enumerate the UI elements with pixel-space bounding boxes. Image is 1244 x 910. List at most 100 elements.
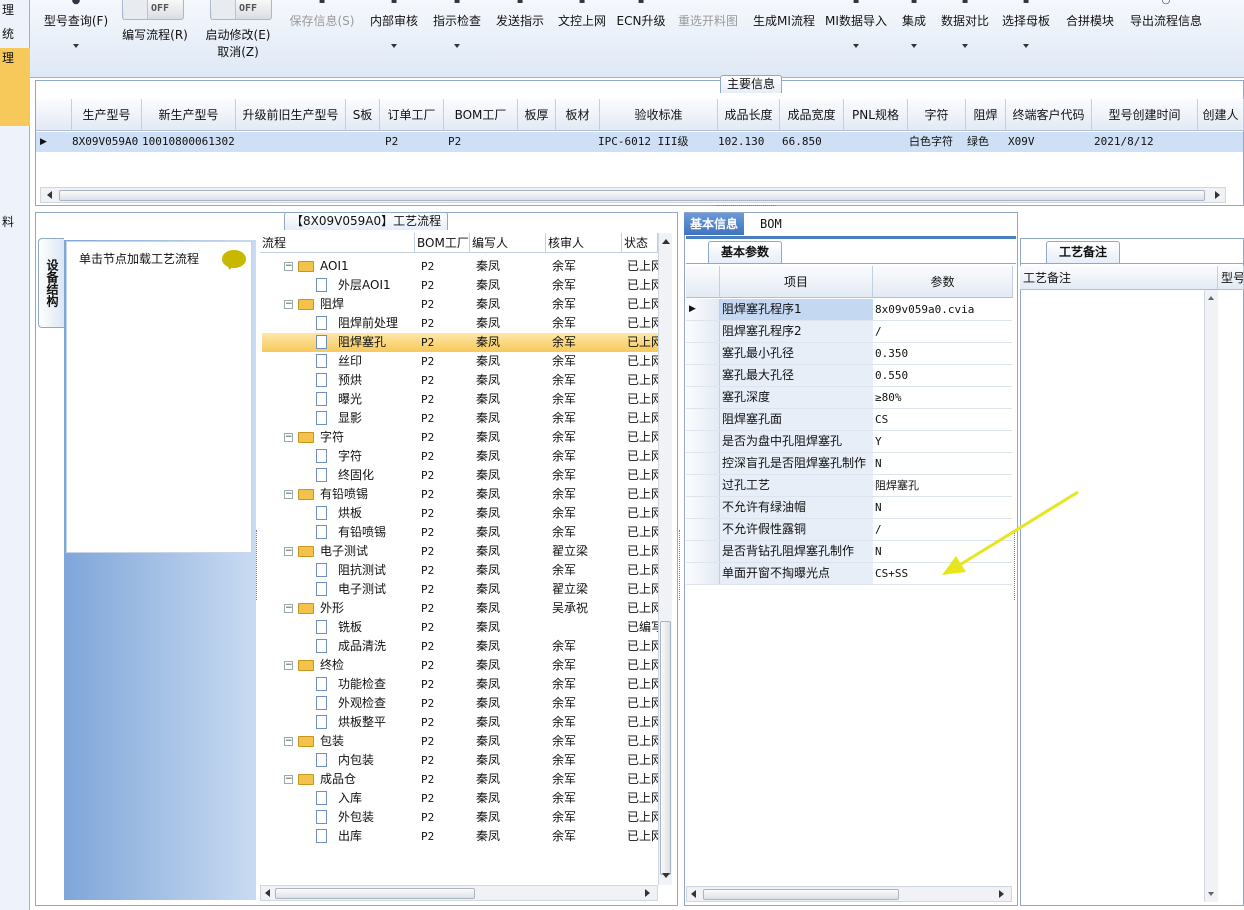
col-header[interactable]: 验收标准 [600, 99, 718, 131]
tree-leaf-row[interactable]: 出库 P2 秦凤 余军 已上网 [262, 827, 658, 846]
col-header[interactable]: 升级前旧生产型号 [236, 99, 346, 131]
scroll-right-icon[interactable] [1215, 191, 1220, 199]
row-header[interactable]: ▶ [686, 299, 720, 320]
collapse-icon[interactable]: − [284, 737, 293, 746]
collapse-icon[interactable]: − [284, 262, 293, 271]
row-header[interactable] [686, 409, 720, 430]
table-row[interactable]: ▶ 8X09V059A0 10010800061302 P2 P2 IPC-60… [36, 132, 1243, 152]
col-header[interactable]: 型号创建时间 [1092, 99, 1198, 131]
tab-bom[interactable]: BOM [754, 213, 788, 235]
row-header[interactable] [686, 475, 720, 496]
tree-leaf-row[interactable]: 终固化 P2 秦凤 余军 已上网 [262, 466, 658, 485]
device-structure-tab[interactable]: 设备结构 [38, 238, 64, 328]
tree-leaf-row[interactable]: 入库 P2 秦凤 余军 已上网 [262, 789, 658, 808]
info-hscrollbar[interactable] [686, 886, 1012, 902]
param-value[interactable]: 0.550 [874, 365, 1012, 386]
tree-leaf-row[interactable]: 电子测试 P2 秦凤 翟立梁 已上网 [262, 580, 658, 599]
scroll-right-icon[interactable] [645, 889, 650, 897]
row-header[interactable] [686, 387, 720, 408]
tree-leaf-row[interactable]: 外层AOI1 P2 秦凤 余军 已上网 [262, 276, 658, 295]
notes-vscrollbar[interactable] [1204, 290, 1218, 902]
dropdown-arrow-icon[interactable] [454, 44, 460, 48]
param-row[interactable]: 阻焊塞孔面 CS [686, 409, 1012, 431]
tree-leaf-row[interactable]: 功能检查 P2 秦凤 余军 已上网 [262, 675, 658, 694]
tree-leaf-row[interactable]: 铣板 P2 秦凤 已编写 [262, 618, 658, 637]
col-header-bom[interactable]: BOM工厂 [415, 233, 470, 253]
scroll-thumb[interactable] [275, 888, 475, 899]
tree-leaf-row[interactable]: 内包装 P2 秦凤 余军 已上网 [262, 751, 658, 770]
param-row[interactable]: ▶ 阻焊塞孔程序1 8x09v059a0.cvia [686, 299, 1012, 321]
param-value[interactable]: 8x09v059a0.cvia [874, 299, 1012, 320]
row-header[interactable] [686, 541, 720, 562]
col-header[interactable]: 板厚 [518, 99, 556, 131]
scroll-right-icon[interactable] [999, 890, 1004, 898]
col-header[interactable]: 阻焊 [966, 99, 1006, 131]
tree-group-row[interactable]: − 阻焊 P2 秦凤 余军 已上网 [262, 295, 658, 314]
scroll-thumb[interactable] [703, 889, 899, 900]
tree-leaf-row[interactable]: 烘板整平 P2 秦凤 余军 已上网 [262, 713, 658, 732]
basic-params-section[interactable]: 基本参数 [708, 241, 783, 263]
param-row[interactable]: 阻焊塞孔程序2/ [686, 321, 1012, 343]
col-header[interactable]: 创建人 [1198, 99, 1244, 131]
main-info-tab[interactable]: 主要信息 [720, 75, 783, 93]
left-nav-item[interactable]: 理 [0, 0, 30, 20]
dropdown-arrow-icon[interactable] [1023, 44, 1029, 48]
col-header[interactable]: 板材 [556, 99, 600, 131]
start-modify-toggle[interactable]: OFF [210, 0, 272, 20]
col-header[interactable]: S板 [346, 99, 380, 131]
tree-leaf-row[interactable]: 显影 P2 秦凤 余军 已上网 [262, 409, 658, 428]
tree-leaf-row[interactable]: 外观检查 P2 秦凤 余军 已上网 [262, 694, 658, 713]
collapse-icon[interactable]: − [284, 661, 293, 670]
tree-group-row[interactable]: − 外形 P2 秦凤 吴承祝 已上网 [262, 599, 658, 618]
tree-group-row[interactable]: − 成品仓 P2 秦凤 余军 已上网 [262, 770, 658, 789]
col-header[interactable]: 生产型号 [72, 99, 142, 131]
col-header-writer[interactable]: 编写人 [470, 233, 546, 253]
tree-group-row[interactable]: − 终检 P2 秦凤 余军 已上网 [262, 656, 658, 675]
scroll-down-icon[interactable] [662, 873, 670, 878]
scroll-thumb[interactable] [59, 190, 1205, 201]
col-header-item[interactable]: 项目 [720, 266, 873, 298]
col-header-status[interactable]: 状态 [622, 233, 658, 253]
scroll-up-icon[interactable] [1208, 296, 1214, 300]
param-row[interactable]: 是否为盘中孔阻焊塞孔 Y [686, 431, 1012, 453]
col-header[interactable]: 新生产型号 [142, 99, 236, 131]
process-hscrollbar[interactable] [260, 885, 658, 901]
splitter-grip[interactable] [679, 530, 683, 600]
row-header[interactable] [686, 343, 720, 364]
process-vscrollbar[interactable] [658, 233, 672, 885]
row-header[interactable] [686, 497, 720, 518]
tree-leaf-row[interactable]: 预烘 P2 秦凤 余军 已上网 [262, 371, 658, 390]
col-header-notes[interactable]: 工艺备注 [1020, 266, 1218, 290]
param-value[interactable]: Y [874, 431, 1012, 452]
tree-leaf-row[interactable]: 阻焊塞孔 P2 秦凤 余军 已上网 [262, 333, 658, 352]
tree-leaf-row[interactable]: 丝印 P2 秦凤 余军 已上网 [262, 352, 658, 371]
tree-leaf-row[interactable]: 阻抗测试 P2 秦凤 余军 已上网 [262, 561, 658, 580]
dropdown-arrow-icon[interactable] [391, 44, 397, 48]
scroll-thumb[interactable] [660, 621, 671, 875]
tree-leaf-row[interactable]: 烘板 P2 秦凤 余军 已上网 [262, 504, 658, 523]
left-nav-item[interactable]: 料 [0, 212, 30, 232]
row-header[interactable] [686, 431, 720, 452]
scroll-left-icon[interactable] [47, 191, 52, 199]
scroll-up-icon[interactable] [662, 239, 670, 244]
collapse-icon[interactable]: − [284, 547, 293, 556]
col-header[interactable]: 成品宽度 [780, 99, 844, 131]
process-flow-tab[interactable]: 【8X09V059A0】工艺流程 [284, 212, 449, 230]
row-header[interactable] [686, 453, 720, 474]
tree-leaf-row[interactable]: 曝光 P2 秦凤 余军 已上网 [262, 390, 658, 409]
tree-group-row[interactable]: − 字符 P2 秦凤 余军 已上网 [262, 428, 658, 447]
param-row[interactable]: 塞孔深度 ≥80% [686, 387, 1012, 409]
write-flow-toggle[interactable]: OFF [122, 0, 184, 20]
row-header[interactable] [686, 321, 720, 342]
col-header-flow[interactable]: 流程 [260, 233, 415, 253]
left-nav-item-active[interactable]: 理 [0, 48, 30, 126]
scroll-left-icon[interactable] [691, 890, 696, 898]
tree-group-row[interactable]: − 包装 P2 秦凤 余军 已上网 [262, 732, 658, 751]
collapse-icon[interactable]: − [284, 604, 293, 613]
collapse-icon[interactable]: − [284, 775, 293, 784]
param-value[interactable]: N [874, 453, 1012, 474]
tree-group-row[interactable]: − 电子测试 P2 秦凤 翟立梁 已上网 [262, 542, 658, 561]
left-nav-item[interactable]: 统 [0, 24, 30, 44]
dropdown-arrow-icon[interactable] [853, 44, 859, 48]
tree-group-row[interactable]: − AOI1 P2 秦凤 余军 已上网 [262, 257, 658, 276]
